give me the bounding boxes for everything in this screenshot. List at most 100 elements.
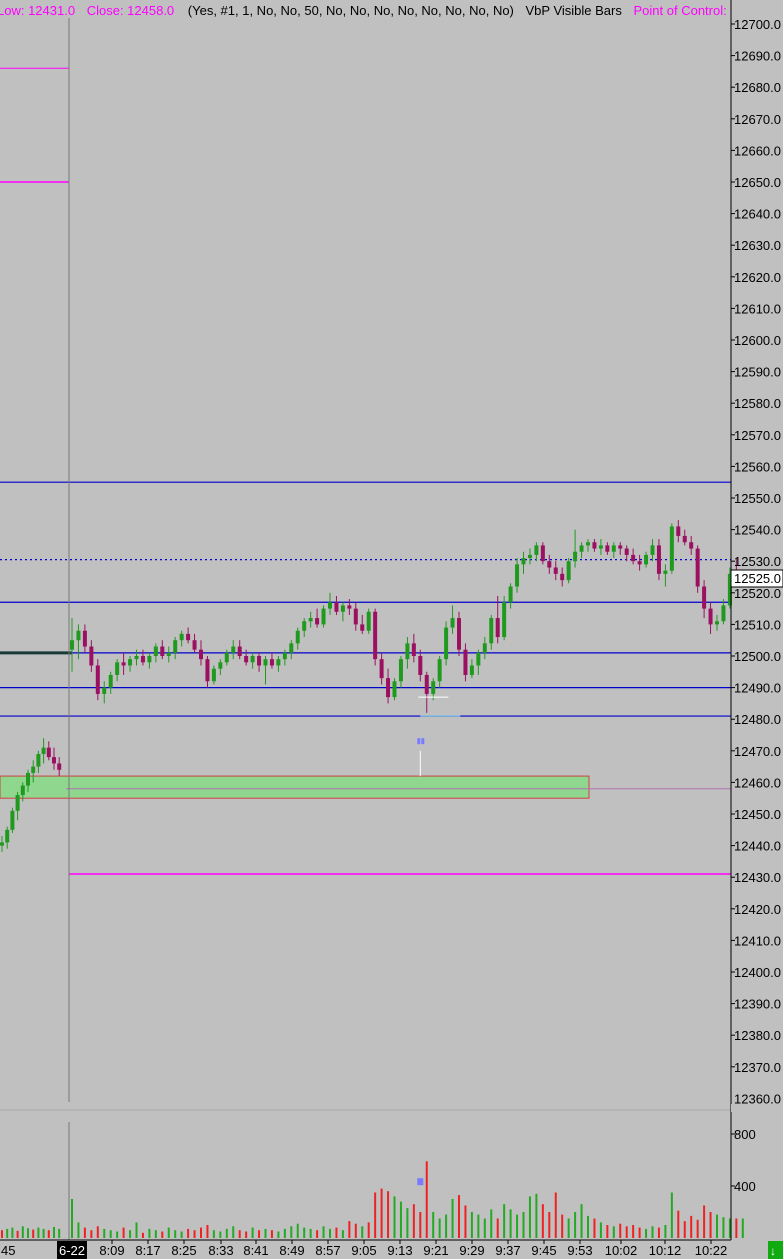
volume-bar: [716, 1214, 718, 1238]
candle: [424, 674, 429, 694]
candle: [463, 649, 468, 675]
volume-bar: [735, 1218, 738, 1238]
volume-bar: [77, 1222, 80, 1238]
volume-bar: [651, 1226, 654, 1238]
candle: [186, 633, 191, 641]
candle: [115, 662, 120, 675]
price-tick-label: 12400.0: [734, 965, 781, 980]
volume-bar: [264, 1228, 267, 1238]
volume-bar: [683, 1221, 686, 1238]
volume-bar: [451, 1199, 454, 1238]
time-tick-label: 10:22: [695, 1243, 728, 1258]
price-axis: 12700.0 12690.0 12680.0 12670.0 12660.0 12650…: [731, 17, 783, 1112]
time-tick-label: 9:53: [567, 1243, 592, 1258]
volume-bar: [251, 1227, 254, 1238]
price-tick-label: 12600.0: [734, 333, 781, 348]
volume-bar: [580, 1204, 583, 1238]
volume-bar: [587, 1215, 589, 1238]
volume-bar: [238, 1230, 241, 1238]
volume-bar: [141, 1232, 144, 1238]
candle: [128, 659, 133, 666]
candle: [166, 652, 171, 656]
price-tick-label: 12670.0: [734, 112, 781, 127]
candle: [308, 618, 313, 622]
pre-session-candle: [26, 772, 30, 786]
volume-bar: [212, 1230, 215, 1238]
candle: [721, 605, 726, 622]
volume-bar: [322, 1226, 325, 1238]
candle: [328, 602, 332, 609]
candle: [637, 561, 642, 565]
volume-bar: [464, 1205, 467, 1238]
candle: [373, 611, 378, 660]
price-tick-label: 12510.0: [734, 617, 781, 632]
price-tick-label: 12470.0: [734, 744, 781, 759]
candle: [476, 652, 481, 666]
volume-bar: [187, 1228, 190, 1238]
price-tick-label: 12680.0: [734, 80, 781, 95]
volume-bar: [309, 1228, 312, 1238]
volume-series: [1, 1161, 744, 1238]
volume-bar: [348, 1221, 351, 1238]
candle: [257, 656, 262, 666]
candlestick-series: [0, 520, 739, 852]
volume-bar: [341, 1230, 344, 1238]
volume-bar: [677, 1210, 680, 1238]
candle: [618, 545, 623, 549]
volume-bar: [438, 1218, 441, 1238]
candle: [586, 542, 590, 546]
volume-bar: [548, 1212, 551, 1238]
candle: [676, 526, 681, 536]
candle: [695, 548, 700, 587]
header-poc: Point of Control:: [634, 3, 727, 18]
volume-bar: [606, 1225, 609, 1238]
candle: [102, 687, 107, 694]
date-label: 6-22: [59, 1243, 85, 1258]
volume-bar: [116, 1231, 119, 1238]
volume-bar: [638, 1227, 641, 1238]
price-tick-label: 12370.0: [734, 1060, 781, 1075]
time-tick-label: 9:37: [495, 1243, 520, 1258]
volume-bar: [696, 1219, 699, 1238]
candle: [347, 605, 352, 609]
trading-chart[interactable]: 12700.0 12690.0 12680.0 12670.0 12660.0 12650…: [0, 0, 783, 1259]
candle: [573, 551, 578, 562]
candle: [315, 618, 320, 625]
volume-bar: [270, 1230, 273, 1238]
volume-bar: [509, 1209, 512, 1238]
price-tick-label: 12430.0: [734, 870, 781, 885]
pre-volume-bar: [37, 1227, 40, 1238]
price-axis-mask: [731, 1104, 783, 1112]
candle: [263, 659, 268, 666]
time-tick-label: 8:33: [208, 1243, 233, 1258]
price-tick-label: 12650.0: [734, 175, 781, 190]
volume-bar: [335, 1227, 338, 1238]
candle: [566, 561, 571, 581]
pre-session-candle: [0, 842, 4, 846]
price-tick-label: 12380.0: [734, 1028, 781, 1043]
candle: [437, 659, 442, 682]
volume-bar: [741, 1218, 744, 1238]
volume-bar: [528, 1196, 531, 1238]
candle: [121, 662, 126, 666]
candle: [386, 678, 391, 698]
candle: [153, 646, 158, 656]
time-tick-label: 10:12: [649, 1243, 682, 1258]
time-tick-label: 8:25: [171, 1243, 196, 1258]
candle: [624, 548, 629, 555]
volume-bar: [329, 1228, 331, 1238]
candle: [540, 545, 545, 562]
candle: [521, 558, 526, 565]
volume-bar: [245, 1231, 248, 1238]
volume-bar: [180, 1231, 183, 1238]
volume-bar: [690, 1215, 693, 1238]
volume-bar: [161, 1231, 164, 1238]
volume-bar: [206, 1225, 209, 1238]
candle: [495, 618, 500, 638]
time-tick-label: 8:17: [135, 1243, 160, 1258]
volume-bar: [458, 1195, 460, 1238]
volume-bar: [380, 1188, 383, 1238]
volume-bar: [354, 1223, 357, 1238]
volume-bar: [406, 1208, 409, 1238]
volume-bar: [193, 1230, 196, 1238]
